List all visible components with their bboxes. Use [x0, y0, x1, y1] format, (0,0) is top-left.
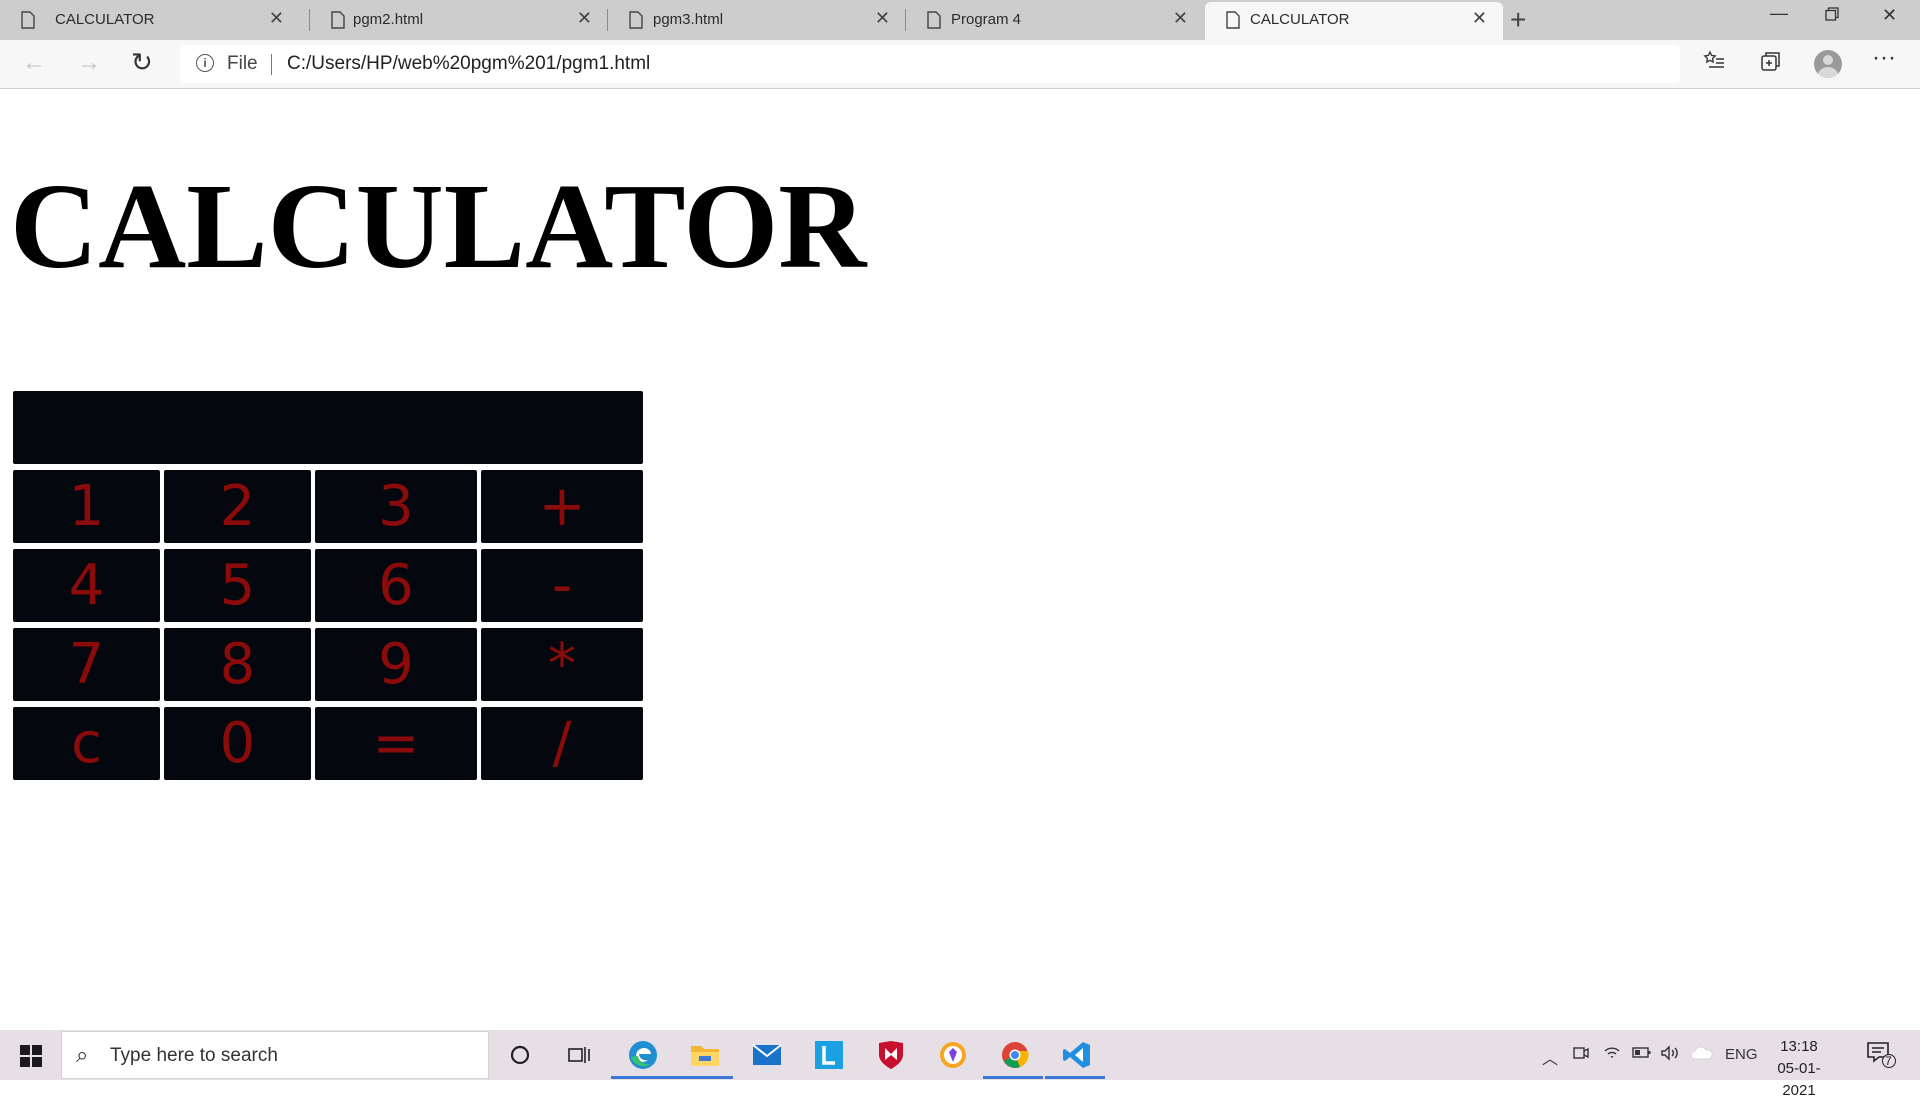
key-minus[interactable]: -: [481, 549, 643, 622]
close-icon[interactable]: ✕: [1472, 8, 1487, 29]
key-9[interactable]: 9: [315, 628, 477, 701]
tab-title: pgm2.html: [353, 11, 424, 28]
search-placeholder: Type here to search: [110, 1045, 278, 1066]
page-icon: [331, 11, 345, 33]
key-multiply[interactable]: *: [481, 628, 643, 701]
info-icon[interactable]: i: [196, 54, 214, 72]
close-icon[interactable]: ✕: [875, 8, 890, 29]
wifi-icon[interactable]: [1603, 1045, 1621, 1066]
favorites-icon[interactable]: [1703, 50, 1725, 78]
more-menu-icon[interactable]: ···: [1872, 44, 1896, 72]
mail-icon[interactable]: [750, 1038, 784, 1072]
forward-icon[interactable]: →: [77, 49, 101, 77]
windows-start-icon[interactable]: [20, 1045, 42, 1067]
brave-vpn-icon[interactable]: [936, 1038, 970, 1072]
tab-program-4[interactable]: Program 4 ✕: [906, 0, 1204, 40]
tab-calculator-1[interactable]: CALCULATOR ✕: [0, 0, 300, 40]
tab-pgm3[interactable]: pgm3.html ✕: [608, 0, 906, 40]
address-toolbar: ← → ↻ i File C:/Users/HP/web%20pgm%201/p…: [0, 40, 1920, 89]
tab-title: CALCULATOR: [55, 11, 155, 28]
active-app-indicator: [673, 1076, 733, 1079]
active-app-indicator: [611, 1076, 673, 1079]
battery-icon[interactable]: [1632, 1045, 1652, 1064]
tab-strip: CALCULATOR ✕ pgm2.html ✕ pgm3.html ✕ Pro…: [0, 0, 1920, 40]
system-clock[interactable]: 13:18 05-01-2021: [1764, 1036, 1834, 1102]
omnibox-separator: [271, 54, 272, 75]
minimize-icon[interactable]: —: [1770, 3, 1788, 24]
meet-now-icon[interactable]: [1573, 1045, 1589, 1066]
address-bar[interactable]: i File C:/Users/HP/web%20pgm%201/pgm1.ht…: [180, 45, 1839, 83]
file-explorer-icon[interactable]: [688, 1038, 722, 1072]
volume-icon[interactable]: [1660, 1045, 1682, 1066]
language-indicator[interactable]: ENG: [1725, 1046, 1758, 1063]
refresh-icon[interactable]: ↻: [131, 47, 153, 78]
tab-calculator-active[interactable]: CALCULATOR ✕: [1205, 2, 1503, 40]
tab-title: Program 4: [951, 11, 1022, 28]
key-0[interactable]: 0: [164, 707, 311, 780]
restore-icon[interactable]: [1825, 5, 1839, 26]
active-app-indicator: [1045, 1076, 1105, 1079]
windows-taskbar: ⌕ Type here to search ︿ ENG 13:18 05-01-…: [0, 1030, 1920, 1099]
key-clear[interactable]: c: [13, 707, 160, 780]
key-equals[interactable]: =: [315, 707, 477, 780]
page-title: CALCULATOR: [10, 159, 867, 294]
url-text[interactable]: C:/Users/HP/web%20pgm%201/pgm1.html: [287, 53, 650, 75]
key-6[interactable]: 6: [315, 549, 477, 622]
lens-app-icon[interactable]: [812, 1038, 846, 1072]
page-icon: [1226, 11, 1240, 33]
key-2[interactable]: 2: [164, 470, 311, 543]
close-icon[interactable]: ✕: [577, 8, 592, 29]
onedrive-cloud-icon[interactable]: [1690, 1045, 1714, 1066]
tab-pgm2[interactable]: pgm2.html ✕: [310, 0, 608, 40]
close-window-icon[interactable]: ✕: [1882, 5, 1897, 26]
key-4[interactable]: 4: [13, 549, 160, 622]
search-icon: ⌕: [76, 1042, 89, 1067]
key-7[interactable]: 7: [13, 628, 160, 701]
task-view-icon[interactable]: [563, 1038, 597, 1072]
close-icon[interactable]: ✕: [269, 8, 284, 29]
tab-title: CALCULATOR: [1250, 11, 1350, 28]
chrome-icon[interactable]: [998, 1038, 1032, 1072]
key-8[interactable]: 8: [164, 628, 311, 701]
collections-icon[interactable]: [1760, 50, 1782, 78]
key-3[interactable]: 3: [315, 470, 477, 543]
new-tab-button[interactable]: +: [1510, 4, 1526, 36]
profile-avatar-icon[interactable]: [1814, 50, 1842, 78]
vscode-icon[interactable]: [1060, 1038, 1094, 1072]
close-icon[interactable]: ✕: [1173, 8, 1188, 29]
show-hidden-icons-chevron-icon[interactable]: ︿: [1542, 1045, 1558, 1069]
clock-time: 13:18: [1780, 1038, 1818, 1055]
url-scheme: File: [227, 53, 258, 74]
taskbar-search-box[interactable]: ⌕ Type here to search: [61, 1031, 489, 1079]
edge-browser-icon[interactable]: [626, 1038, 660, 1072]
back-icon[interactable]: ←: [22, 49, 46, 77]
key-plus[interactable]: +: [481, 470, 643, 543]
tab-title: pgm3.html: [653, 11, 724, 28]
active-app-indicator: [983, 1076, 1043, 1079]
key-5[interactable]: 5: [164, 549, 311, 622]
clock-date: 05-01-2021: [1777, 1060, 1821, 1099]
key-divide[interactable]: /: [481, 707, 643, 780]
key-1[interactable]: 1: [13, 470, 160, 543]
page-icon: [21, 11, 35, 33]
notification-count-badge: 7: [1885, 1054, 1892, 1068]
cortana-icon[interactable]: [503, 1038, 537, 1072]
page-icon: [629, 11, 643, 33]
mcafee-icon[interactable]: [874, 1038, 908, 1072]
calculator-display[interactable]: [13, 391, 643, 464]
page-icon: [927, 11, 941, 33]
